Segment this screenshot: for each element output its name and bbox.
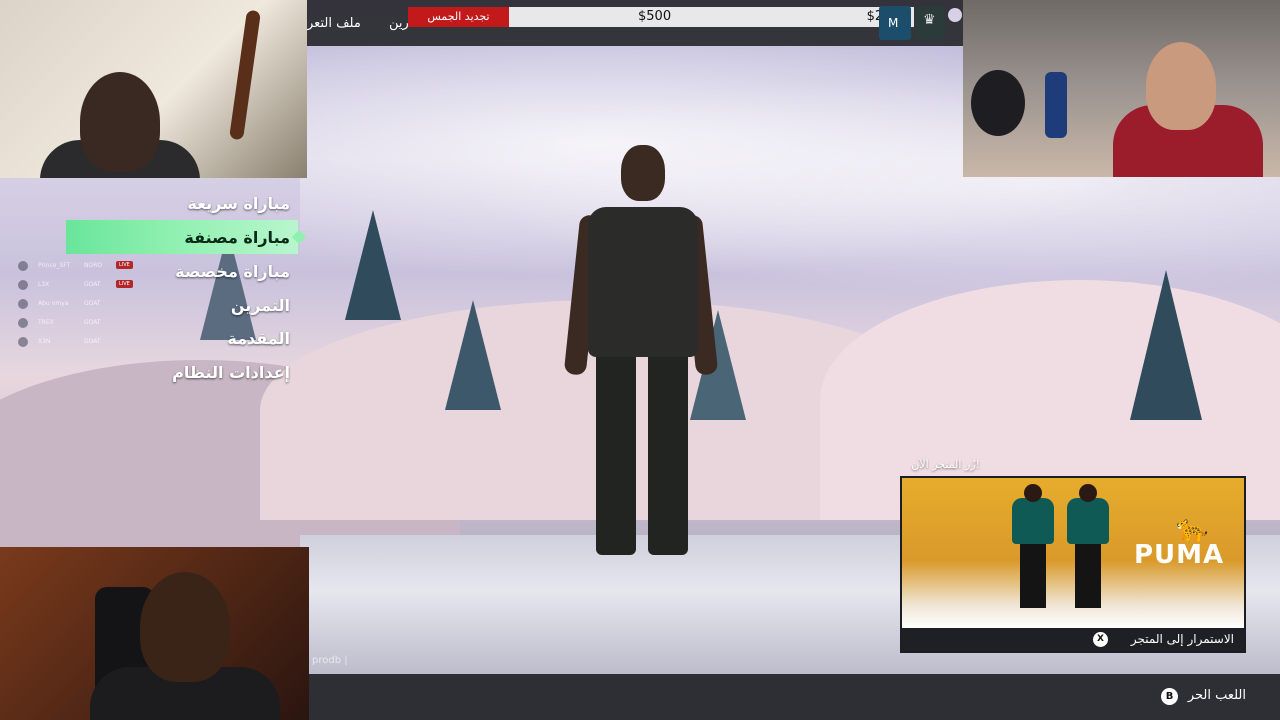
friends-list: Prince_SFT NORO LIVE L3X GOAT LIVE Abu n… [18, 258, 148, 353]
friend-name: L3X [38, 281, 50, 288]
character-leg [648, 345, 688, 555]
outfit-model [1067, 484, 1109, 614]
friend-avatar [18, 280, 28, 290]
player-character [563, 145, 719, 575]
bottom-bar: B اللعب الحر [309, 674, 1280, 720]
x-button-icon: X [1093, 632, 1108, 647]
free-play-button[interactable]: اللعب الحر [1188, 688, 1246, 703]
friend-tag: NORO [84, 262, 103, 269]
crown-glyph: ♛ [923, 12, 936, 28]
menu-item-intro[interactable]: المقدمة [227, 329, 290, 348]
streamer-face [140, 572, 230, 682]
model-pants [1075, 542, 1101, 608]
menu-item-ranked-match[interactable]: مباراة مصنفة [184, 228, 290, 247]
live-badge: LIVE [116, 280, 133, 288]
pine-tree [345, 210, 401, 320]
renew-badge[interactable]: تجديد الجمس [408, 7, 509, 27]
continue-to-store-label: الاستمرار إلى المتجر [1130, 632, 1234, 646]
store-footer[interactable]: X الاستمرار إلى المتجر [902, 628, 1244, 651]
b-button-icon: B [1161, 688, 1178, 705]
friend-name: Abu nmya [38, 300, 69, 307]
outfit-model [1012, 484, 1054, 614]
friend-name: Prince_SFT [38, 262, 71, 269]
streamer-face [1146, 42, 1216, 130]
webcam-top-right [963, 0, 1280, 177]
webcam-bottom-left [0, 547, 309, 720]
character-head [621, 145, 665, 201]
helmet-prop [971, 70, 1025, 136]
menu-item-training[interactable]: التمرين [231, 296, 290, 315]
cash-balance: $500 [638, 9, 672, 24]
live-badge: LIVE [116, 261, 133, 269]
top-navigation-bar: رين تجديد الجمس $500 $2500 M ♛ [307, 0, 963, 46]
currency-bar: تجديد الجمس $500 $2500 [408, 7, 914, 27]
model-pants [1020, 542, 1046, 608]
pine-tree [1130, 270, 1202, 420]
bat-prop [229, 9, 261, 141]
model-jacket [1012, 498, 1054, 544]
friend-tag: GOAT [84, 300, 101, 307]
brand-logo: PUMA [1134, 540, 1225, 570]
friend-name: X3N [38, 338, 51, 345]
tab-training[interactable]: رين [389, 16, 409, 31]
webcam-top-left [0, 0, 307, 178]
model-head [1079, 484, 1097, 502]
crown-icon[interactable]: ♛ [915, 6, 945, 40]
profile-status-icon [948, 8, 962, 22]
friend-row[interactable]: L3X GOAT LIVE [18, 277, 148, 296]
friend-tag: GOAT [84, 319, 101, 326]
character-torso [588, 207, 698, 357]
friend-tag: GOAT [84, 338, 101, 345]
friend-avatar [18, 261, 28, 271]
tab-profile[interactable]: ملف التعر [307, 16, 361, 31]
store-promo-panel[interactable]: 🐆 PUMA X الاستمرار إلى المتجر [900, 476, 1246, 653]
menu-item-system-settings[interactable]: إعدادات النظام [172, 363, 290, 382]
friend-avatar [18, 299, 28, 309]
friend-row[interactable]: Abu nmya GOAT [18, 296, 148, 315]
friend-row[interactable]: TREX GOAT [18, 315, 148, 334]
menu-item-quick-match[interactable]: مباراة سريعة [187, 194, 290, 213]
menu-item-custom-match[interactable]: مباراة مخصصة [175, 262, 290, 281]
avatar-letter: M [888, 16, 899, 30]
friend-row[interactable]: Prince_SFT NORO LIVE [18, 258, 148, 277]
pine-tree [445, 300, 501, 410]
streamer-face [80, 72, 160, 172]
model-jacket [1067, 498, 1109, 544]
friend-name: TREX [38, 319, 54, 326]
friend-tag: GOAT [84, 281, 101, 288]
store-promo-image: 🐆 PUMA [902, 478, 1244, 628]
player-avatar-chip[interactable]: M [879, 6, 911, 40]
friend-avatar [18, 318, 28, 328]
friend-row[interactable]: X3N GOAT [18, 334, 148, 353]
friend-avatar [18, 337, 28, 347]
bottle-prop [1045, 72, 1067, 138]
store-cta-label: زُر المتجر الآن! [911, 458, 980, 471]
credit-text: prodb | [312, 655, 348, 666]
character-leg [596, 345, 636, 555]
model-head [1024, 484, 1042, 502]
